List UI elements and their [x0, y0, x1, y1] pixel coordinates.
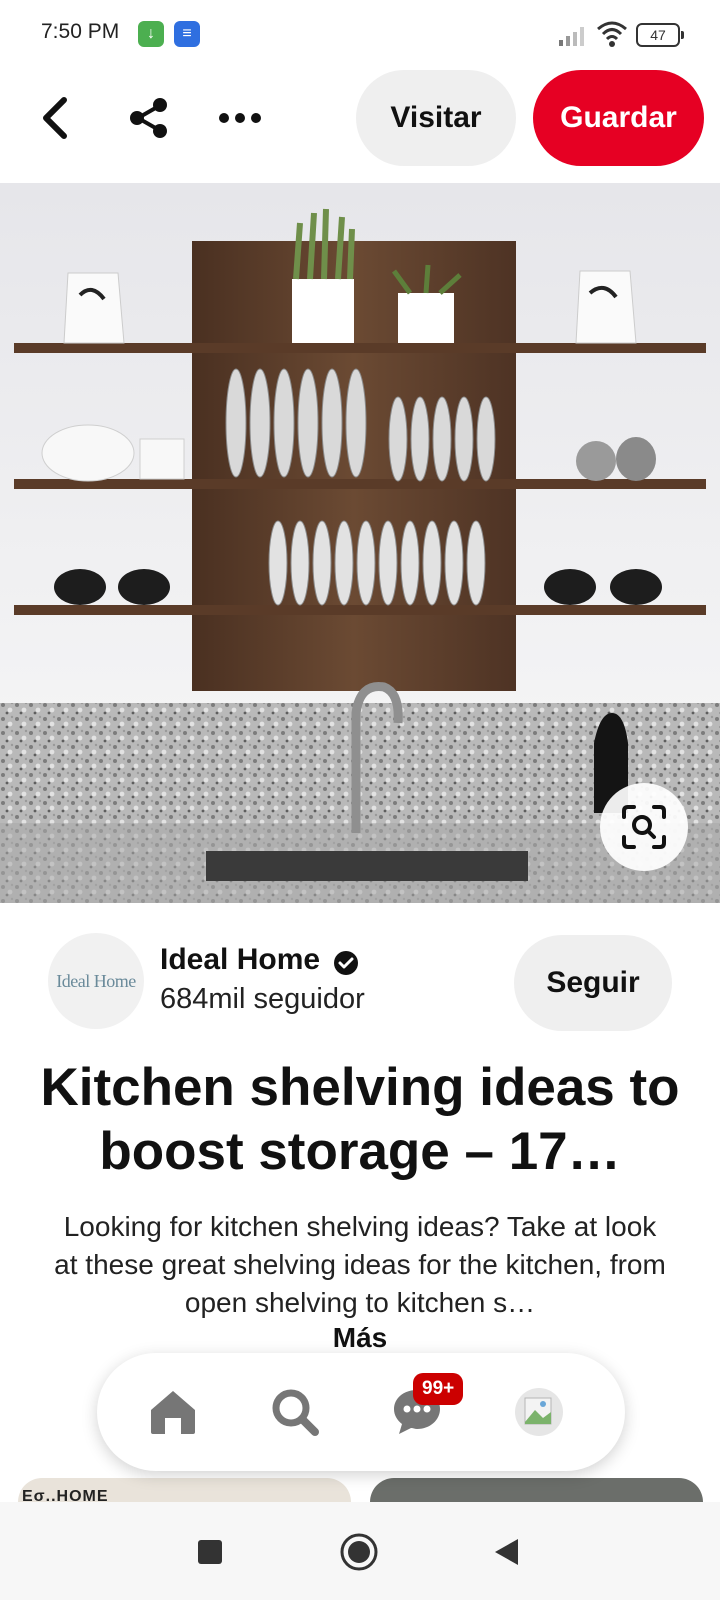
share-button[interactable]	[118, 88, 178, 148]
more-link[interactable]: Más	[0, 1322, 720, 1354]
profile-icon	[515, 1388, 563, 1436]
pin-image[interactable]	[0, 183, 720, 903]
search-icon	[272, 1389, 319, 1436]
message-notification-icon: ≡	[174, 21, 200, 47]
creator-avatar[interactable]: Ideal Home	[48, 933, 144, 1029]
wifi-icon	[597, 21, 627, 47]
creator-followers: 684mil seguidor	[160, 983, 365, 1015]
share-icon	[130, 98, 167, 138]
status-bar: 7:50 PM ↓ ≡ 47	[0, 0, 720, 70]
battery-icon: 47	[636, 23, 684, 47]
triangle-back-icon	[495, 1539, 518, 1565]
nav-profile[interactable]	[507, 1380, 571, 1444]
follow-button[interactable]: Seguir	[514, 935, 672, 1031]
back-button[interactable]	[26, 88, 86, 148]
battery-level: 47	[636, 23, 680, 47]
creator-logo: Ideal Home	[56, 970, 136, 991]
system-back-button[interactable]	[484, 1530, 528, 1574]
system-navigation-bar	[0, 1502, 720, 1600]
battery-tip	[681, 31, 684, 39]
messages-badge: 99+	[413, 1373, 464, 1405]
related-pin-card[interactable]: Εσ..ΗΟΜΕ	[18, 1478, 351, 1502]
more-icon	[219, 113, 261, 123]
bottom-navigation	[97, 1353, 625, 1471]
related-pin-card[interactable]	[370, 1478, 703, 1502]
visit-button[interactable]: Visitar	[356, 70, 516, 166]
pin-description: Looking for kitchen shelving ideas? Take…	[54, 1211, 666, 1318]
creator-name[interactable]: Ideal Home	[160, 943, 320, 977]
pin-title: Kitchen shelving ideas to boost storage …	[40, 1058, 680, 1181]
status-time: 7:50 PM	[41, 20, 120, 43]
signal-icon	[559, 27, 584, 46]
chevron-left-icon	[43, 97, 67, 139]
more-options-button[interactable]	[210, 88, 270, 148]
pin-action-bar: Visitar Guardar	[0, 70, 720, 182]
system-home-button[interactable]	[337, 1530, 381, 1574]
visual-search-button[interactable]	[600, 783, 688, 871]
recents-button[interactable]	[188, 1530, 232, 1574]
download-notification-icon: ↓	[138, 21, 164, 47]
nav-search[interactable]	[263, 1380, 327, 1444]
home-icon	[151, 1391, 195, 1434]
recents-icon	[198, 1540, 222, 1564]
visual-search-icon	[622, 805, 666, 849]
circle-home-icon	[340, 1533, 378, 1571]
related-pin-peek-text: Εσ..ΗΟΜΕ	[22, 1488, 109, 1502]
creator-row: Ideal Home Ideal Home 684mil seguidor Se…	[0, 933, 720, 1033]
nav-home[interactable]	[141, 1380, 205, 1444]
verified-icon	[334, 951, 358, 975]
save-button[interactable]: Guardar	[533, 70, 704, 166]
